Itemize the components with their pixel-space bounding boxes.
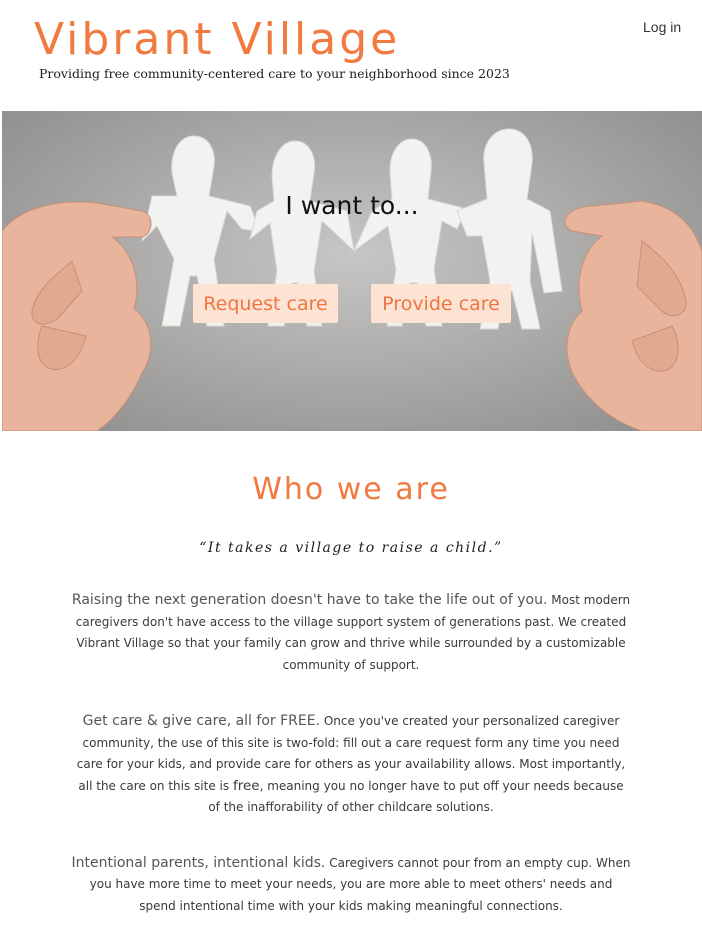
paragraph-lead: Raising the next generation doesn't have…	[71, 592, 548, 608]
hero-banner: I want to... Request care Provide care	[2, 111, 702, 431]
paragraph-lead: Intentional parents, intentional kids.	[71, 854, 326, 871]
village-quote: “It takes a village to raise a child.”	[199, 540, 503, 556]
section-title: Who we are	[252, 472, 450, 507]
paragraph-body: , meaning you no longer have to put off …	[208, 778, 624, 815]
request-care-button[interactable]: Request care	[193, 284, 338, 323]
hero-heading: I want to...	[285, 191, 419, 220]
free-emphasis: free	[232, 777, 260, 794]
site-logo[interactable]: Vibrant Village	[34, 14, 400, 66]
right-hand	[564, 200, 702, 431]
site-header: Vibrant Village Providing free community…	[0, 0, 702, 110]
about-section: Who we are “It takes a village to raise …	[0, 470, 702, 917]
login-link[interactable]: Log in	[643, 19, 681, 35]
paragraph-intentional: Intentional parents, intentional kids. C…	[71, 853, 631, 918]
paper-doll-chain-image	[2, 128, 702, 431]
provide-care-button[interactable]: Provide care	[371, 284, 511, 323]
paragraph-next-generation: Raising the next generation doesn't have…	[71, 590, 631, 676]
site-tagline: Providing free community-centered care t…	[39, 66, 510, 81]
paragraph-free-care: Get care & give care, all for FREE. Once…	[71, 711, 631, 819]
left-hand	[2, 201, 152, 431]
paragraph-lead: Get care & give care, all for FREE.	[82, 713, 321, 729]
